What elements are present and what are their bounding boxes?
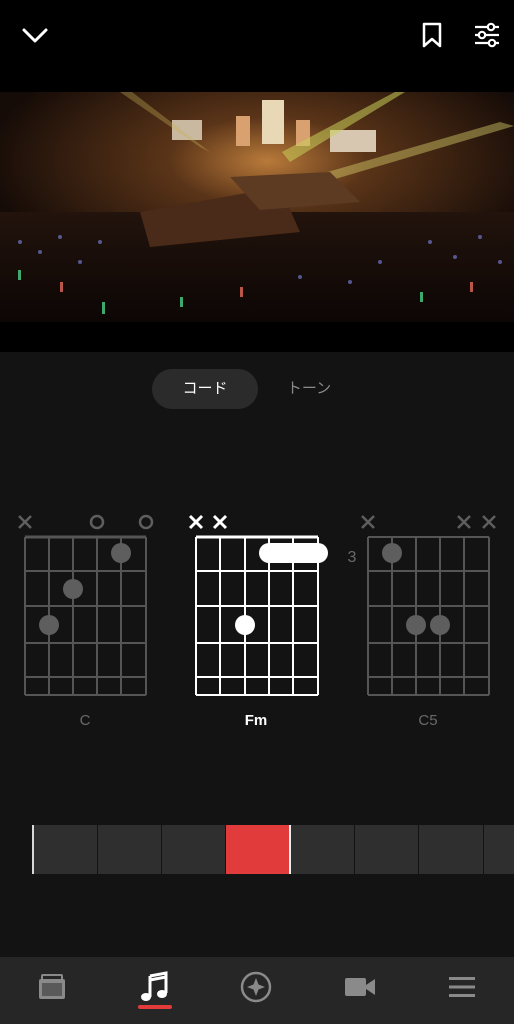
timeline-segment[interactable] [162, 825, 225, 874]
bookmark-icon [422, 22, 442, 48]
video-bottom-bar [0, 322, 514, 352]
chord-name-current: Fm [244, 712, 268, 729]
nav-amp[interactable] [12, 957, 92, 1017]
timeline-segment[interactable] [484, 825, 514, 874]
video-thumbnail [0, 92, 514, 322]
fret-number: 3 [348, 549, 357, 566]
nav-menu[interactable] [422, 957, 502, 1017]
timeline-segment[interactable] [291, 825, 354, 874]
timeline-segment[interactable] [355, 825, 418, 874]
nav-explore[interactable] [216, 957, 296, 1017]
menu-icon [449, 977, 475, 997]
nav-active-indicator [138, 1005, 172, 1009]
chord-name-next: C5 [418, 712, 438, 729]
settings-button[interactable] [466, 16, 508, 54]
nav-video[interactable] [320, 957, 400, 1017]
top-bar [0, 0, 514, 92]
close-button[interactable] [14, 16, 56, 54]
chord-diagram-c5[interactable] [361, 515, 496, 696]
bookmark-button[interactable] [414, 16, 450, 54]
bottom-navigation [0, 957, 514, 1024]
compass-icon [240, 971, 272, 1003]
chord-timeline[interactable] [0, 825, 514, 874]
amp-icon [39, 974, 65, 999]
chevron-down-icon [22, 28, 48, 43]
video-player[interactable] [0, 92, 514, 322]
chord-c-fingers [39, 543, 131, 635]
chord-diagram-c[interactable] [18, 514, 154, 696]
chord-diagram-fm[interactable] [188, 514, 319, 696]
chord-diagrams: 3 [18, 514, 496, 696]
timeline-segment-current[interactable] [226, 825, 290, 874]
sliders-icon [475, 22, 499, 48]
timeline-track [32, 825, 514, 874]
timeline-segment[interactable] [33, 825, 97, 874]
chord-name-previous: C [79, 712, 91, 729]
timeline-segment[interactable] [98, 825, 161, 874]
timeline-segment[interactable] [419, 825, 483, 874]
tab-tone[interactable]: トーン [268, 369, 350, 409]
mode-tabs: コード トーン [0, 369, 514, 409]
chord-fm-fingers [235, 543, 328, 635]
video-camera-icon [345, 978, 375, 996]
tab-chord[interactable]: コード [152, 369, 258, 409]
music-note-icon [141, 971, 168, 1001]
